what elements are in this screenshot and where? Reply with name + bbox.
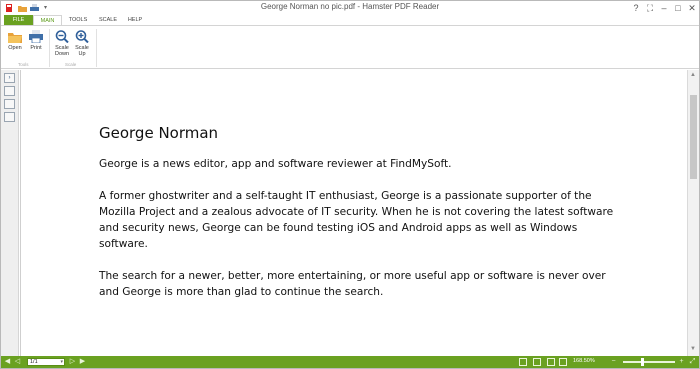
help-icon[interactable]: ? — [629, 2, 643, 14]
first-page-icon[interactable]: ◀ — [3, 357, 12, 367]
ribbon-separator — [96, 29, 97, 67]
title-bar: ▾ George Norman no pic.pdf - Hamster PDF… — [1, 1, 699, 15]
last-page-icon[interactable]: ▶ — [78, 357, 87, 367]
zoom-in-icon — [75, 30, 89, 43]
open-button[interactable]: Open — [7, 30, 23, 51]
scale-up-label: Scale Up — [75, 45, 89, 57]
document-paragraph: George is a news editor, app and softwar… — [99, 158, 452, 170]
app-window: ▾ George Norman no pic.pdf - Hamster PDF… — [0, 0, 700, 369]
left-side-panel: › — [1, 70, 19, 356]
zoom-level: 168.50% — [573, 358, 595, 364]
vertical-scrollbar[interactable]: ▲ ▼ — [687, 70, 699, 356]
print-label: Print — [30, 45, 42, 51]
document-paragraph: The search for a newer, better, more ent… — [99, 270, 606, 298]
maximize-button[interactable]: □ — [671, 2, 685, 14]
document-heading: George Norman — [99, 124, 219, 142]
continuous-icon[interactable] — [547, 358, 555, 366]
chevron-down-icon[interactable]: ▾ — [60, 359, 63, 366]
next-page-icon[interactable]: ▷ — [68, 357, 77, 367]
fullscreen-icon[interactable]: ⛶ — [643, 2, 657, 14]
print-button[interactable]: Print — [27, 30, 45, 51]
document-view[interactable]: George Norman George is a news editor, a… — [20, 70, 687, 356]
scroll-up-icon[interactable]: ▲ — [690, 72, 696, 78]
two-page-icon[interactable] — [533, 358, 541, 366]
zoom-out-button[interactable]: − — [609, 357, 618, 367]
scrollbar-thumb[interactable] — [690, 95, 697, 179]
open-label: Open — [8, 45, 22, 51]
window-title: George Norman no pic.pdf - Hamster PDF R… — [260, 2, 440, 11]
ribbon-separator — [49, 29, 50, 67]
pages-icon[interactable] — [4, 86, 15, 96]
zoom-in-button[interactable]: + — [677, 357, 686, 367]
status-bar: ◀ ◁ 1/1 ▾ ▷ ▶ 168.50% − + ⤢ — [1, 356, 699, 368]
ribbon-panel: Open Print Tools Scale Down Scale Up Sca… — [1, 25, 699, 69]
document-paragraph: A former ghostwriter and a self-taught I… — [99, 190, 614, 250]
fit-page-icon[interactable]: ⤢ — [688, 357, 697, 367]
zoom-out-icon — [55, 30, 69, 43]
zoom-slider-handle[interactable] — [641, 358, 644, 366]
outline-icon[interactable] — [4, 112, 15, 122]
scale-up-button[interactable]: Scale Up — [73, 30, 91, 57]
bookmarks-icon[interactable] — [4, 99, 15, 109]
printer-icon — [29, 30, 43, 43]
document-page: George Norman George is a news editor, a… — [99, 124, 619, 316]
close-button[interactable]: ✕ — [685, 2, 699, 14]
open-folder-icon — [8, 33, 22, 43]
minimize-button[interactable]: – — [657, 2, 671, 14]
zoom-slider[interactable] — [623, 361, 675, 363]
previous-page-icon[interactable]: ◁ — [13, 357, 22, 367]
scale-group-label: Scale — [65, 62, 77, 67]
single-page-icon[interactable] — [519, 358, 527, 366]
page-number-value: 1/1 — [30, 359, 38, 365]
page-number-field[interactable]: 1/1 ▾ — [27, 358, 65, 366]
scroll-down-icon[interactable]: ▼ — [690, 346, 696, 352]
fit-width-icon[interactable] — [559, 358, 567, 366]
scale-down-label: Scale Down — [54, 45, 70, 57]
scale-down-button[interactable]: Scale Down — [52, 30, 72, 57]
expand-panel-icon[interactable]: › — [4, 73, 15, 83]
tools-group-label: Tools — [18, 62, 29, 67]
